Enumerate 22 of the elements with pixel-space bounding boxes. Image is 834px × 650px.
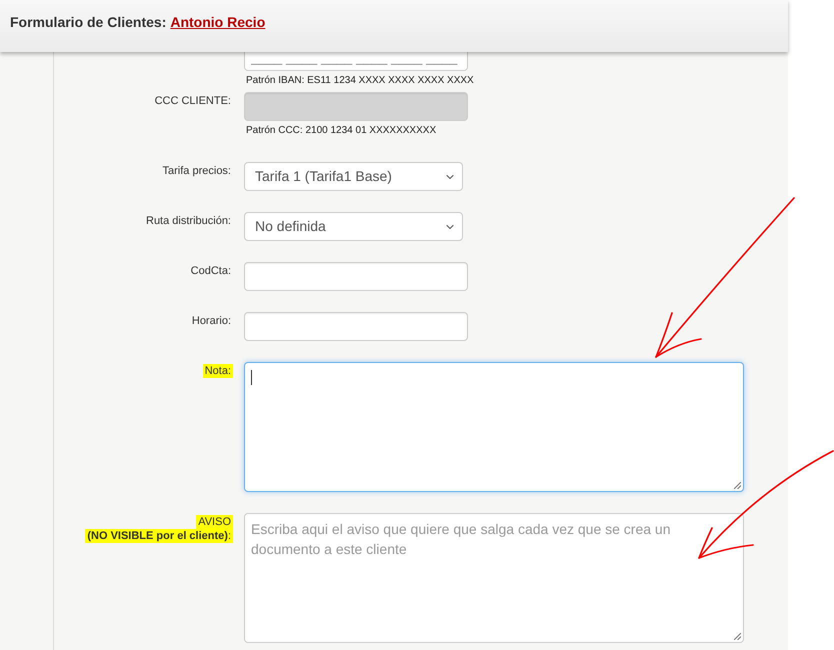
resize-handle-icon[interactable] [734, 482, 741, 489]
format-hint: Patrón IBAN: ES11 1234 XXXX XXXX XXXX XXXX [245, 75, 474, 87]
field-label: Nota: [202, 364, 233, 378]
field-label-note: (NO VISIBLE por el cliente): [85, 529, 233, 543]
resize-handle-icon[interactable] [734, 633, 741, 640]
field-label: Ruta distribución: [145, 214, 232, 228]
field-label: Tarifa precios: [162, 164, 232, 178]
field-label: CodCta: [190, 264, 232, 278]
dropdown-select[interactable]: No definida [244, 212, 463, 241]
text-cursor [251, 370, 252, 385]
text-area-field[interactable] [244, 362, 744, 492]
field-label: AVISO [196, 515, 233, 529]
page-title: Formulario de Clientes: [10, 14, 166, 30]
client-name-link[interactable]: Antonio Recio [170, 14, 266, 30]
text-area-field[interactable]: Escriba aqui el aviso que quiere que salga cada vez que se crea un documento a este cliente [244, 513, 744, 643]
text-input-field[interactable] [244, 262, 468, 291]
format-hint: Patrón CCC: 2100 1234 01 XXXXXXXXXX [245, 125, 438, 137]
field-label: Horario: [190, 314, 232, 328]
text-input-field[interactable] [244, 312, 468, 341]
field-label: CCC CLIENTE: [154, 94, 232, 108]
dropdown-select[interactable]: Tarifa 1 (Tarifa1 Base) [244, 162, 463, 191]
iban-input-field[interactable]: ____ ____ ____ ____ ____ ____ [244, 52, 468, 71]
